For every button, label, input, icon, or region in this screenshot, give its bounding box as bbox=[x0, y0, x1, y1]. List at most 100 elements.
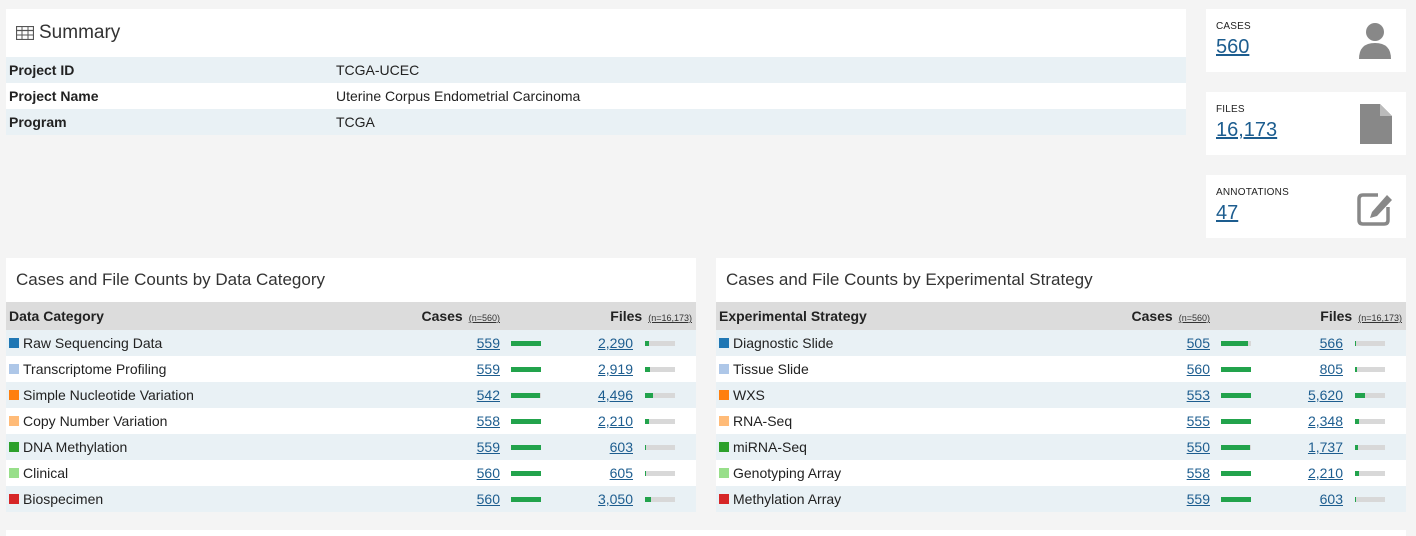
files-count-link[interactable]: 2,210 bbox=[563, 413, 633, 429]
summary-title: Summary bbox=[39, 22, 121, 43]
cases-count-link[interactable]: 553 bbox=[1150, 387, 1210, 403]
category-label: miRNA-Seq bbox=[733, 439, 807, 455]
table-row: Copy Number Variation 558 2,210 bbox=[6, 408, 696, 434]
cases-bar bbox=[1221, 497, 1251, 502]
category-label: Genotyping Array bbox=[733, 465, 842, 481]
cases-card-label: CASES bbox=[1216, 21, 1251, 32]
cases-bar-fill bbox=[511, 393, 541, 398]
files-count-link[interactable]: 603 bbox=[563, 439, 633, 455]
files-bar bbox=[645, 471, 675, 476]
table-icon bbox=[16, 26, 34, 40]
cases-bar-fill bbox=[1221, 419, 1251, 424]
column-header-category[interactable]: Data Category bbox=[9, 308, 104, 324]
files-count-link[interactable]: 5,620 bbox=[1273, 387, 1343, 403]
files-total: (n=16,173) bbox=[1358, 313, 1402, 323]
files-bar-fill bbox=[1355, 419, 1360, 424]
files-count-link[interactable]: 2,919 bbox=[563, 361, 633, 377]
category-label: DNA Methylation bbox=[23, 439, 128, 455]
column-header-cases[interactable]: Cases (n=560) bbox=[421, 308, 500, 324]
cases-bar-fill bbox=[1221, 393, 1251, 398]
summary-row-project-id: Project ID TCGA-UCEC bbox=[6, 57, 1186, 83]
category-swatch bbox=[9, 390, 19, 400]
files-bar bbox=[645, 367, 675, 372]
table-row: Raw Sequencing Data 559 2,290 bbox=[6, 330, 696, 356]
annotations-count-card: ANNOTATIONS 47 bbox=[1206, 175, 1406, 238]
files-bar-fill bbox=[1355, 471, 1360, 476]
cases-bar bbox=[511, 393, 541, 398]
column-header-files[interactable]: Files (n=16,173) bbox=[610, 308, 692, 324]
files-total: (n=16,173) bbox=[648, 313, 692, 323]
files-bar-fill bbox=[1355, 367, 1357, 372]
cases-count-link[interactable]: 555 bbox=[1150, 413, 1210, 429]
category-label: Copy Number Variation bbox=[23, 413, 168, 429]
summary-label: Project ID bbox=[9, 62, 75, 78]
files-count-link[interactable]: 805 bbox=[1273, 361, 1343, 377]
files-count-link[interactable]: 3,050 bbox=[563, 491, 633, 507]
cases-bar bbox=[511, 497, 541, 502]
files-count-link[interactable]: 603 bbox=[1273, 491, 1343, 507]
category-label: Transcriptome Profiling bbox=[23, 361, 167, 377]
cases-count-link[interactable]: 560 bbox=[440, 465, 500, 481]
column-header-strategy[interactable]: Experimental Strategy bbox=[719, 308, 867, 324]
files-bar bbox=[645, 341, 675, 346]
cases-bar-fill bbox=[1221, 367, 1251, 372]
files-bar bbox=[1355, 445, 1385, 450]
files-bar bbox=[645, 419, 675, 424]
cases-count-link[interactable]: 559 bbox=[440, 361, 500, 377]
cases-count-link[interactable]: 550 bbox=[1150, 439, 1210, 455]
cases-header-label: Cases bbox=[1131, 308, 1173, 324]
category-swatch bbox=[9, 364, 19, 374]
annotations-count-link[interactable]: 47 bbox=[1216, 202, 1238, 225]
files-count-link[interactable]: 16,173 bbox=[1216, 119, 1277, 142]
column-header-cases[interactable]: Cases (n=560) bbox=[1131, 308, 1210, 324]
files-count-link[interactable]: 2,348 bbox=[1273, 413, 1343, 429]
files-count-link[interactable]: 605 bbox=[563, 465, 633, 481]
experimental-strategy-panel: Cases and File Counts by Experimental St… bbox=[716, 258, 1406, 512]
cases-count-link[interactable]: 559 bbox=[440, 439, 500, 455]
files-bar-fill bbox=[645, 445, 647, 450]
cases-count-link[interactable]: 560 bbox=[440, 491, 500, 507]
cases-count-link[interactable]: 559 bbox=[440, 335, 500, 351]
category-label: Simple Nucleotide Variation bbox=[23, 387, 194, 403]
cases-count-link[interactable]: 558 bbox=[440, 413, 500, 429]
category-swatch bbox=[9, 416, 19, 426]
cases-count-link[interactable]: 560 bbox=[1216, 36, 1249, 59]
cases-bar-fill bbox=[511, 419, 541, 424]
cases-bar bbox=[1221, 367, 1251, 372]
cases-count-link[interactable]: 559 bbox=[1150, 491, 1210, 507]
files-bar bbox=[645, 393, 675, 398]
cases-total: (n=560) bbox=[468, 313, 500, 323]
files-bar-fill bbox=[645, 497, 651, 502]
table-row: miRNA-Seq 550 1,737 bbox=[716, 434, 1406, 460]
cases-bar bbox=[1221, 341, 1251, 346]
files-bar-fill bbox=[645, 393, 654, 398]
table-row: Methylation Array 559 603 bbox=[716, 486, 1406, 512]
category-swatch bbox=[9, 442, 19, 452]
cases-bar bbox=[511, 471, 541, 476]
cases-count-link[interactable]: 505 bbox=[1150, 335, 1210, 351]
summary-value: TCGA bbox=[336, 114, 375, 130]
category-swatch bbox=[9, 338, 19, 348]
table-row: DNA Methylation 559 603 bbox=[6, 434, 696, 460]
cases-bar bbox=[511, 341, 541, 346]
cases-bar bbox=[1221, 471, 1251, 476]
column-header-files[interactable]: Files (n=16,173) bbox=[1320, 308, 1402, 324]
edit-icon bbox=[1357, 193, 1392, 226]
category-swatch bbox=[719, 494, 729, 504]
category-swatch bbox=[719, 442, 729, 452]
cases-count-link[interactable]: 542 bbox=[440, 387, 500, 403]
cases-bar-fill bbox=[511, 471, 541, 476]
files-bar bbox=[1355, 393, 1385, 398]
files-count-card: FILES 16,173 bbox=[1206, 92, 1406, 155]
files-count-link[interactable]: 2,290 bbox=[563, 335, 633, 351]
category-label: Clinical bbox=[23, 465, 69, 481]
cases-count-link[interactable]: 558 bbox=[1150, 465, 1210, 481]
cases-bar-fill bbox=[511, 445, 541, 450]
table-row: WXS 553 5,620 bbox=[716, 382, 1406, 408]
files-bar bbox=[1355, 471, 1385, 476]
files-count-link[interactable]: 4,496 bbox=[563, 387, 633, 403]
cases-count-link[interactable]: 560 bbox=[1150, 361, 1210, 377]
files-count-link[interactable]: 2,210 bbox=[1273, 465, 1343, 481]
files-count-link[interactable]: 566 bbox=[1273, 335, 1343, 351]
files-count-link[interactable]: 1,737 bbox=[1273, 439, 1343, 455]
